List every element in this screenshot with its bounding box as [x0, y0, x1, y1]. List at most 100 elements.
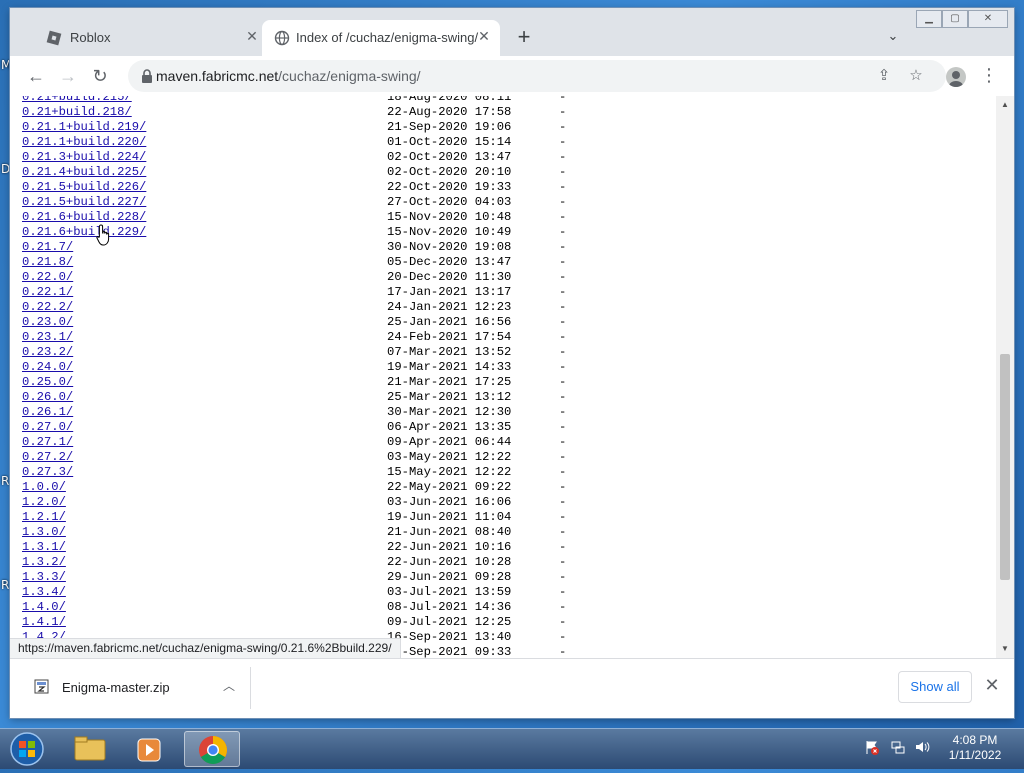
close-icon[interactable]: ✕ [982, 675, 1002, 695]
directory-link[interactable]: 0.21.1+build.220/ [22, 135, 146, 150]
star-bookmark-icon[interactable]: ☆ [906, 66, 926, 86]
directory-link[interactable]: 0.21.5+build.226/ [22, 180, 146, 195]
scroll-up-arrow-icon[interactable]: ▲ [1000, 100, 1010, 110]
download-item[interactable]: Enigma-master.zip ︿ [22, 667, 248, 709]
modified-date: 25-Mar-2021 13:12 [387, 390, 512, 404]
directory-link[interactable]: 1.0.0/ [22, 480, 66, 495]
share-icon[interactable]: ⇪ [874, 66, 894, 86]
directory-link[interactable]: 1.2.1/ [22, 510, 66, 525]
directory-link[interactable]: 0.21.5+build.227/ [22, 195, 146, 210]
modified-date: 15-Nov-2020 10:49 [387, 225, 512, 239]
chevron-up-icon[interactable]: ︿ [220, 677, 238, 695]
new-tab-button[interactable]: + [510, 24, 538, 52]
modified-date: 08-Jul-2021 14:36 [387, 600, 512, 614]
directory-link[interactable]: 1.3.1/ [22, 540, 66, 555]
tab-strip: Roblox ✕ Index of /cuchaz/enigma-swing/ … [10, 8, 1014, 56]
modified-date: 30-Mar-2021 12:30 [387, 405, 512, 419]
tab-enigma-index[interactable]: Index of /cuchaz/enigma-swing/ ✕ [262, 20, 500, 56]
tab-close-icon[interactable]: ✕ [244, 28, 260, 44]
address-bar[interactable]: maven.fabricmc.net/cuchaz/enigma-swing/ … [128, 60, 946, 92]
file-size: - [559, 480, 567, 494]
modified-date: 21-Sep-2020 19:06 [387, 120, 512, 134]
action-center-flag-icon[interactable] [864, 739, 880, 755]
directory-link[interactable]: 1.3.2/ [22, 555, 66, 570]
taskbar-chrome-button[interactable] [184, 731, 240, 767]
file-size: - [559, 570, 567, 584]
tab-roblox[interactable]: Roblox ✕ [22, 20, 262, 56]
directory-link[interactable]: 1.4.0/ [22, 600, 66, 615]
file-size: - [559, 450, 567, 464]
modified-date: 22-Oct-2020 19:33 [387, 180, 512, 194]
volume-icon[interactable] [914, 739, 930, 755]
directory-link[interactable]: 0.26.1/ [22, 405, 73, 420]
directory-link[interactable]: 0.27.3/ [22, 465, 73, 480]
directory-link[interactable]: 0.21+build.215/ [22, 96, 132, 105]
profile-avatar-icon[interactable] [946, 67, 966, 87]
directory-link[interactable]: 0.21.1+build.219/ [22, 120, 146, 135]
directory-link[interactable]: 0.23.2/ [22, 345, 73, 360]
file-size: - [559, 330, 567, 344]
file-size: - [559, 210, 567, 224]
directory-link[interactable]: 0.25.0/ [22, 375, 73, 390]
directory-link[interactable]: 0.21.3+build.224/ [22, 150, 146, 165]
directory-link[interactable]: 0.21.6+build.228/ [22, 210, 146, 225]
directory-link[interactable]: 0.26.0/ [22, 390, 73, 405]
directory-link[interactable]: 0.22.2/ [22, 300, 73, 315]
directory-link[interactable]: 0.21.8/ [22, 255, 73, 270]
modified-date: 22-Jun-2021 10:16 [387, 540, 512, 554]
url-text[interactable]: maven.fabricmc.net/cuchaz/enigma-swing/ [156, 68, 421, 84]
directory-link[interactable]: 0.21.7/ [22, 240, 73, 255]
clock-date: 1/11/2022 [948, 748, 1002, 762]
tab-close-icon[interactable]: ✕ [476, 28, 492, 44]
directory-link[interactable]: 0.21.4+build.225/ [22, 165, 146, 180]
lock-icon[interactable] [140, 68, 154, 84]
modified-date: 18-Aug-2020 08:11 [387, 96, 512, 104]
back-arrow-icon[interactable]: ← [24, 64, 48, 88]
directory-link[interactable]: 0.23.1/ [22, 330, 73, 345]
taskbar-explorer-button[interactable] [62, 731, 118, 767]
scroll-down-arrow-icon[interactable]: ▼ [1000, 644, 1010, 654]
maximize-button[interactable]: ▢ [942, 10, 968, 28]
vertical-scrollbar[interactable]: ▲ ▼ [996, 96, 1014, 658]
file-size: - [559, 105, 567, 119]
minimize-button[interactable]: ▁ [916, 10, 942, 28]
browser-window: Roblox ✕ Index of /cuchaz/enigma-swing/ … [10, 8, 1014, 718]
tab-search-chevron-icon[interactable]: ⌄ [884, 28, 902, 46]
directory-link[interactable]: 1.3.0/ [22, 525, 66, 540]
directory-link[interactable]: 0.27.1/ [22, 435, 73, 450]
directory-link[interactable]: 0.24.0/ [22, 360, 73, 375]
directory-link[interactable]: 1.3.4/ [22, 585, 66, 600]
directory-link[interactable]: 0.21.6+build.229/ [22, 225, 146, 240]
directory-link[interactable]: 0.22.1/ [22, 285, 73, 300]
close-window-button[interactable]: ✕ [968, 10, 1008, 28]
directory-link[interactable]: 0.27.2/ [22, 450, 73, 465]
reload-icon[interactable]: ↻ [88, 64, 112, 88]
directory-link[interactable]: 0.23.0/ [22, 315, 73, 330]
url-host: maven.fabricmc.net [156, 68, 279, 84]
directory-link[interactable]: 0.21+build.218/ [22, 105, 132, 120]
more-menu-icon[interactable]: ⋮ [980, 64, 998, 88]
show-all-button[interactable]: Show all [898, 671, 972, 703]
file-size: - [559, 630, 567, 644]
scrollbar-thumb[interactable] [1000, 354, 1010, 580]
modified-date: 15-Nov-2020 10:48 [387, 210, 512, 224]
modified-date: 07-Mar-2021 13:52 [387, 345, 512, 359]
directory-link[interactable]: 1.2.0/ [22, 495, 66, 510]
start-button[interactable] [4, 730, 50, 768]
directory-link[interactable]: 0.22.0/ [22, 270, 73, 285]
media-player-icon [137, 738, 161, 762]
modified-date: 09-Apr-2021 06:44 [387, 435, 512, 449]
modified-date: 05-Dec-2020 13:47 [387, 255, 512, 269]
network-icon[interactable] [890, 739, 906, 755]
taskbar-media-player-button[interactable] [122, 731, 178, 767]
file-size: - [559, 240, 567, 254]
modified-date: 22-Jun-2021 10:28 [387, 555, 512, 569]
directory-link[interactable]: 1.3.3/ [22, 570, 66, 585]
modified-date: 22-Aug-2020 17:58 [387, 105, 512, 119]
globe-icon [274, 30, 290, 46]
directory-link[interactable]: 0.27.0/ [22, 420, 73, 435]
forward-arrow-icon[interactable]: → [56, 64, 80, 88]
directory-link[interactable]: 1.4.1/ [22, 615, 66, 630]
file-size: - [559, 270, 567, 284]
system-clock[interactable]: 4:08 PM 1/11/2022 [940, 733, 1010, 763]
